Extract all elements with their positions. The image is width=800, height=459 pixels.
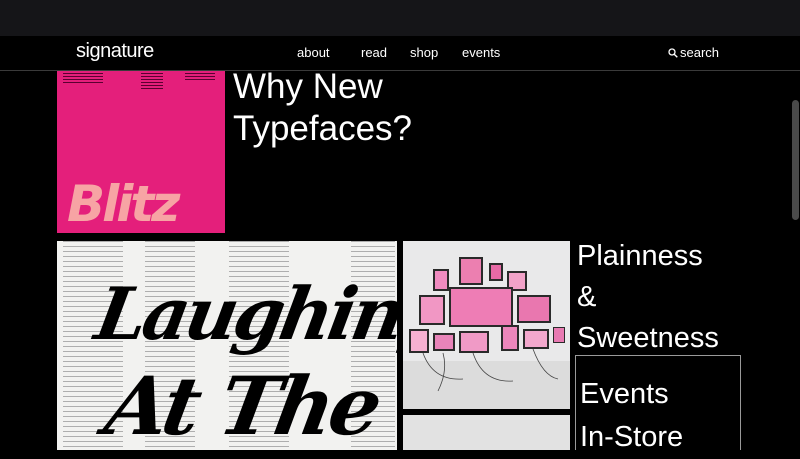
article-headline-why-new-typefaces[interactable]: Why New Typefaces? bbox=[233, 66, 412, 150]
title-line: Events bbox=[580, 378, 669, 410]
headline-line: Why New bbox=[233, 67, 383, 106]
blitz-cover-image[interactable]: Blitz bbox=[57, 71, 225, 233]
nav-link-about[interactable]: about bbox=[297, 45, 330, 60]
title-line: Plainness bbox=[577, 240, 703, 272]
installation-illustration bbox=[403, 241, 570, 409]
search-icon bbox=[668, 48, 678, 58]
search-label: search bbox=[680, 45, 720, 60]
cover-fine-print bbox=[63, 73, 103, 85]
cover-blackletter-line: At The bbox=[98, 359, 386, 450]
nav-link-shop[interactable]: shop bbox=[410, 45, 438, 60]
blitz-cover-title: Blitz bbox=[67, 175, 180, 233]
cover-blackletter-line: Laughing bbox=[89, 271, 397, 356]
headline-line: Typefaces? bbox=[233, 109, 412, 148]
nav-link-read[interactable]: read bbox=[361, 45, 387, 60]
site-logo[interactable]: signature bbox=[76, 40, 154, 63]
browser-top-bar bbox=[0, 0, 800, 37]
page-scrollbar[interactable] bbox=[792, 100, 799, 220]
search-button[interactable]: search bbox=[668, 45, 719, 60]
title-line: & bbox=[577, 281, 597, 313]
article-title-plainness-sweetness[interactable]: Plainness & Sweetness bbox=[577, 236, 719, 359]
installation-photo[interactable] bbox=[403, 241, 570, 409]
nav-link-events[interactable]: events bbox=[462, 45, 500, 60]
title-line: Sweetness bbox=[577, 322, 719, 354]
title-line: In-Store bbox=[580, 421, 684, 453]
cover-fine-print bbox=[185, 73, 215, 81]
events-in-store-title[interactable]: Events In-Store bbox=[580, 373, 683, 459]
cover-fine-print bbox=[141, 73, 163, 89]
second-photo[interactable] bbox=[403, 415, 570, 450]
laughing-at-the-cover-image[interactable]: Laughing At The bbox=[57, 241, 397, 450]
